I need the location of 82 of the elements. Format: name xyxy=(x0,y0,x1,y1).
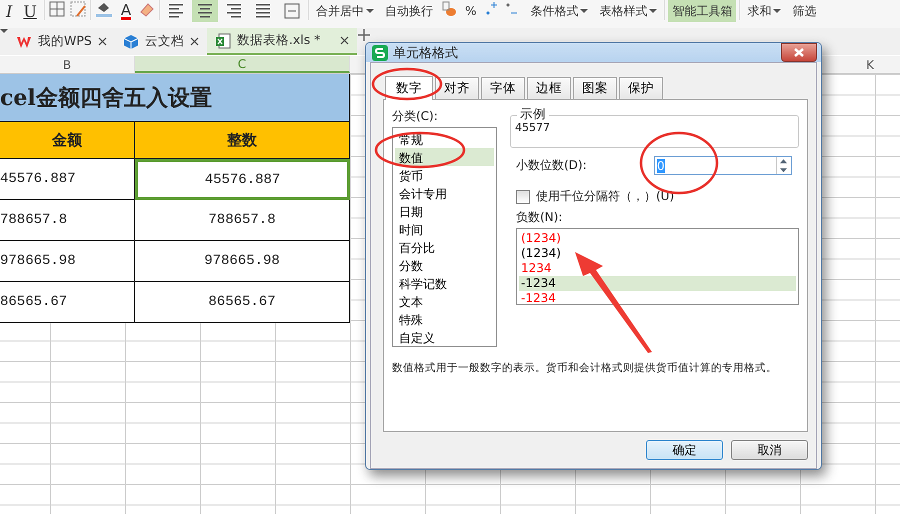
toolbar-button[interactable]: 求和 xyxy=(743,0,786,22)
cell-style-icon[interactable] xyxy=(68,0,87,18)
caret-icon[interactable] xyxy=(366,8,374,14)
align-icon[interactable] xyxy=(225,2,244,20)
sample-label: 示例 xyxy=(517,106,549,123)
borders-icon[interactable] xyxy=(48,0,66,18)
category-item[interactable]: 时间 xyxy=(395,220,494,238)
negative-format-item[interactable]: -1234 xyxy=(519,291,796,306)
negative-format-item[interactable]: 1234 xyxy=(519,261,796,276)
category-item[interactable]: 科学记数 xyxy=(395,274,494,292)
table-cell[interactable]: 86565.67 xyxy=(0,282,135,323)
format-button[interactable]: I xyxy=(2,0,16,22)
app-logo-icon[interactable] xyxy=(372,44,388,60)
column-heading: 金额 xyxy=(0,122,135,159)
table-cell[interactable]: 788657.8 xyxy=(135,200,350,241)
dialog-tab[interactable]: 边框 xyxy=(527,77,571,99)
toolbar-button[interactable]: 智能工具箱 xyxy=(668,0,736,22)
dialog-tab[interactable]: 数字 xyxy=(385,76,433,100)
close-icon[interactable] xyxy=(340,36,349,45)
sheet-title: cel金额四舍五入设置 xyxy=(0,74,350,122)
toolbar-button[interactable]: % xyxy=(461,0,480,22)
align-icon[interactable] xyxy=(254,2,272,20)
category-item[interactable]: 自定义 xyxy=(395,328,494,346)
close-icon[interactable] xyxy=(98,37,107,46)
format-button[interactable]: U xyxy=(19,0,41,22)
format-description: 数值格式用于一般数字的表示。货币和会计格式则提供货币值计算的专用格式。 xyxy=(392,361,777,375)
dialog-tab[interactable]: 图案 xyxy=(573,77,617,99)
category-item[interactable]: 分数 xyxy=(395,256,494,274)
checkbox[interactable] xyxy=(516,190,530,204)
caret-icon[interactable] xyxy=(580,8,588,14)
align-icon[interactable] xyxy=(196,2,214,20)
category-item[interactable]: 特殊 xyxy=(395,310,494,328)
wps-logo-icon[interactable] xyxy=(16,34,32,48)
table-cell[interactable]: 978665.98 xyxy=(135,241,350,282)
category-item[interactable]: 货币 xyxy=(395,166,494,184)
toolbar-button[interactable]: 自动换行 xyxy=(381,0,438,22)
cancel-button[interactable]: 取消 xyxy=(731,440,808,460)
dialog-tab[interactable]: 对齐 xyxy=(435,77,479,99)
category-label: 分类(C): xyxy=(392,108,439,125)
column-header[interactable]: K xyxy=(840,56,900,73)
align-icon[interactable] xyxy=(283,2,302,20)
spreadsheet-icon[interactable] xyxy=(214,32,231,48)
table-cell[interactable]: 788657.8 xyxy=(0,200,135,241)
cube-icon[interactable] xyxy=(122,34,139,50)
category-item[interactable]: 会计专用 xyxy=(395,184,494,202)
negative-label: 负数(N): xyxy=(515,209,564,226)
caret-icon[interactable] xyxy=(773,8,782,14)
category-item[interactable]: 数值 xyxy=(395,148,494,166)
close-button[interactable] xyxy=(781,43,817,62)
category-item[interactable]: 日期 xyxy=(395,202,494,220)
dialog-title: 单元格格式 xyxy=(393,44,459,62)
table-cell[interactable]: 86565.67 xyxy=(135,282,350,323)
dialog-tab[interactable]: 字体 xyxy=(481,77,525,99)
align-icon[interactable] xyxy=(167,2,186,20)
column-heading: 整数 xyxy=(135,122,350,159)
ok-button[interactable]: 确定 xyxy=(646,440,723,460)
close-icon[interactable] xyxy=(190,37,199,46)
category-item[interactable]: 百分比 xyxy=(395,238,494,256)
toolbar-button[interactable]: 筛选 xyxy=(788,0,820,22)
negative-format-item[interactable]: -1234 xyxy=(519,276,796,291)
font-color-button[interactable]: A xyxy=(116,0,136,22)
category-item[interactable]: 文本 xyxy=(395,292,494,310)
caret-icon[interactable] xyxy=(649,8,658,14)
annotation-ellipse xyxy=(372,68,442,100)
new-tab-icon[interactable] xyxy=(356,28,371,42)
document-tab[interactable]: 云文档 xyxy=(114,28,207,55)
toolbar-button[interactable]: 条件格式 xyxy=(526,0,592,22)
coins-icon[interactable] xyxy=(440,0,458,18)
fill-bucket-icon[interactable] xyxy=(94,0,114,18)
negative-format-item[interactable]: (1234) xyxy=(519,231,796,246)
dialog-tab[interactable]: 保护 xyxy=(619,77,663,99)
table-cell[interactable]: 45576.887 xyxy=(0,159,135,200)
negative-format-item[interactable]: (1234) xyxy=(519,246,796,261)
toolbar-button[interactable]: 表格样式 xyxy=(595,0,662,22)
table-cell[interactable]: 978665.98 xyxy=(0,241,135,282)
align-button[interactable] xyxy=(192,0,218,22)
toolbar-button[interactable]: 合并居中 xyxy=(312,0,378,22)
document-tab[interactable]: 我的WPS xyxy=(8,28,115,55)
sample-value: 45577 xyxy=(515,121,550,134)
document-tab[interactable]: 数据表格.xls * xyxy=(206,28,357,55)
decimals-label: 小数位数(D): xyxy=(516,157,588,174)
table-cell[interactable]: 45576.887 xyxy=(135,159,350,200)
